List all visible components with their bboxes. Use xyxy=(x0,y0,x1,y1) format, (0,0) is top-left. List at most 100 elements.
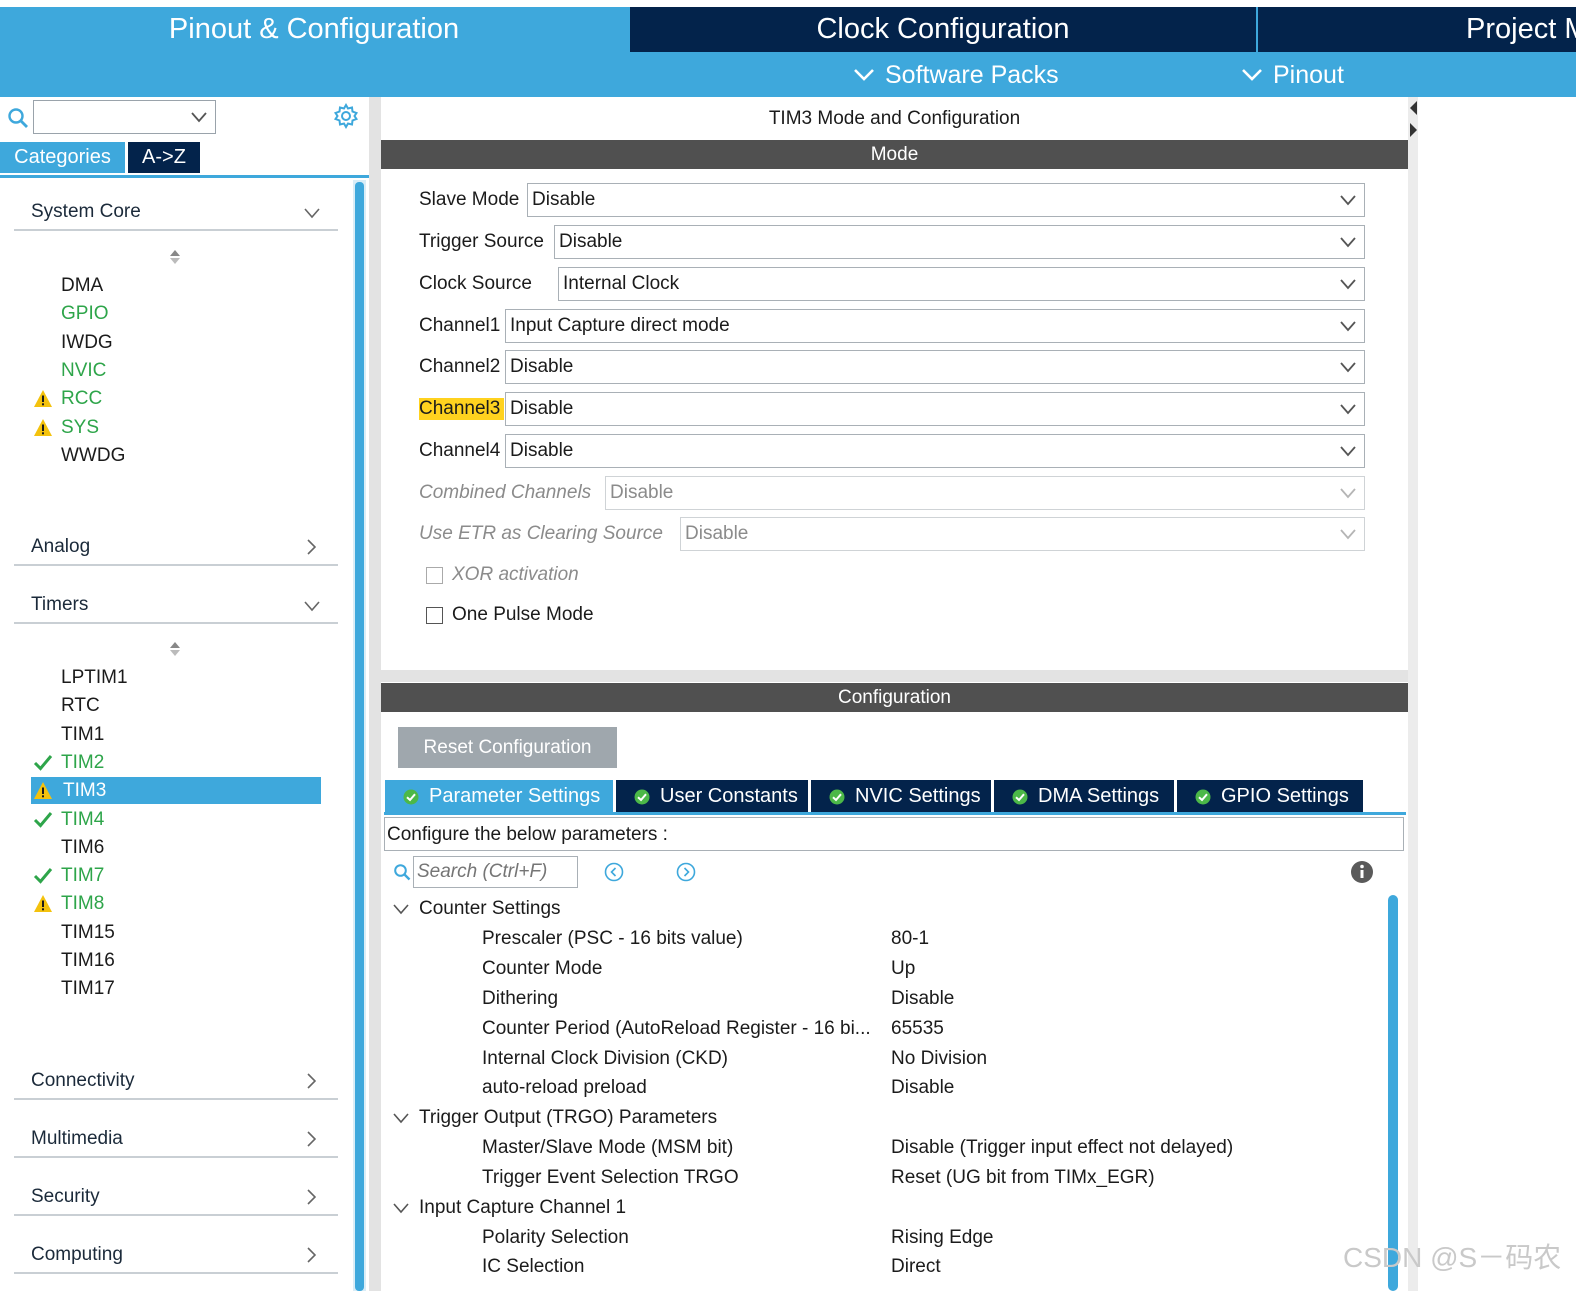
sidebar-splitter[interactable] xyxy=(369,97,381,1291)
category-timers[interactable]: Timers xyxy=(14,590,338,624)
parameter-value[interactable]: Rising Edge xyxy=(891,1223,993,1253)
sidebar-item-tim4[interactable]: TIM4 xyxy=(31,806,321,833)
group-trgo-parameters[interactable]: Trigger Output (TRGO) Parameters xyxy=(393,1103,717,1133)
parameter-name[interactable]: Counter Mode xyxy=(482,954,886,984)
parameter-value[interactable]: Up xyxy=(891,954,915,984)
parameter-name[interactable]: Master/Slave Mode (MSM bit) xyxy=(482,1133,886,1163)
group-label: Trigger Output (TRGO) Parameters xyxy=(419,1107,718,1128)
sidebar-item-tim16[interactable]: TIM16 xyxy=(31,947,321,974)
one-pulse-mode-checkbox[interactable]: One Pulse Mode xyxy=(426,603,594,627)
tab-a-z[interactable]: A->Z xyxy=(128,142,200,173)
combined-channels-select[interactable]: Disable xyxy=(605,476,1365,510)
use-etr-clearing-source-select[interactable]: Disable xyxy=(680,517,1365,551)
slave-mode-select[interactable]: Disable xyxy=(527,183,1365,217)
category-computing[interactable]: Computing xyxy=(14,1240,338,1274)
chevron-down-icon xyxy=(393,1202,409,1213)
sidebar-item-wwdg[interactable]: WWDG xyxy=(31,442,321,469)
tab-dma-settings[interactable]: DMA Settings xyxy=(994,780,1174,813)
clock-source-select[interactable]: Internal Clock xyxy=(558,267,1365,301)
tab-pinout-configuration[interactable]: Pinout & Configuration xyxy=(0,7,628,52)
sidebar-item-tim7[interactable]: TIM7 xyxy=(31,862,321,889)
parameter-value[interactable]: Reset (UG bit from TIMx_EGR) xyxy=(891,1163,1155,1193)
tab-gpio-settings[interactable]: GPIO Settings xyxy=(1177,780,1363,813)
parameter-name[interactable]: Counter Period (AutoReload Register - 16… xyxy=(482,1014,886,1044)
info-icon[interactable] xyxy=(1350,860,1374,884)
category-security[interactable]: Security xyxy=(14,1182,338,1216)
channel4-select[interactable]: Disable xyxy=(505,434,1365,468)
left-sidebar: Categories A->Z System Core DMA GPIO IWDG N… xyxy=(0,97,369,1291)
sort-icon[interactable] xyxy=(168,248,182,266)
xor-activation-checkbox[interactable]: XOR activation xyxy=(426,563,579,587)
parameter-scrollbar[interactable] xyxy=(1388,895,1398,1291)
category-analog[interactable]: Analog xyxy=(14,532,338,566)
sidebar-item-tim6[interactable]: TIM6 xyxy=(31,834,321,861)
search-combo[interactable] xyxy=(33,100,216,134)
tab-categories[interactable]: Categories xyxy=(0,142,125,173)
parameter-name[interactable]: Polarity Selection xyxy=(482,1223,886,1253)
combined-channels-row: Combined Channels Disable xyxy=(419,476,1365,510)
parameter-name[interactable]: Trigger Event Selection TRGO xyxy=(482,1163,886,1193)
parameter-value[interactable]: Disable (Trigger input effect not delaye… xyxy=(891,1133,1233,1163)
previous-match-icon[interactable] xyxy=(604,862,624,882)
panel-title: TIM3 Mode and Configuration xyxy=(768,108,1021,129)
gear-icon[interactable] xyxy=(333,103,359,129)
sidebar-item-tim2[interactable]: TIM2 xyxy=(31,749,321,776)
sidebar-item-tim8[interactable]: TIM8 xyxy=(31,890,321,917)
sort-icon[interactable] xyxy=(168,640,182,658)
channel1-select[interactable]: Input Capture direct mode xyxy=(505,309,1365,343)
collapse-arrow-icon[interactable] xyxy=(1408,100,1418,116)
next-match-icon[interactable] xyxy=(676,862,696,882)
parameter-search-input[interactable] xyxy=(413,856,578,888)
category-label: Connectivity xyxy=(31,1070,135,1091)
trigger-source-select[interactable]: Disable xyxy=(554,225,1365,259)
parameter-value[interactable]: No Division xyxy=(891,1044,987,1074)
group-counter-settings[interactable]: Counter Settings xyxy=(393,894,561,924)
sidebar-item-sys[interactable]: SYS xyxy=(31,414,321,441)
sidebar-item-iwdg[interactable]: IWDG xyxy=(31,329,321,356)
sidebar-item-tim15[interactable]: TIM15 xyxy=(31,919,321,946)
group-input-capture-channel-1[interactable]: Input Capture Channel 1 xyxy=(393,1193,626,1223)
tab-project-manager[interactable]: Project M xyxy=(1258,7,1576,52)
parameter-name[interactable]: Prescaler (PSC - 16 bits value) xyxy=(482,924,886,954)
configuration-section-header: Configuration xyxy=(381,683,1408,712)
category-label: Multimedia xyxy=(31,1128,123,1149)
parameter-name[interactable]: Internal Clock Division (CKD) xyxy=(482,1044,886,1074)
pinout-menu[interactable]: Pinout xyxy=(1241,56,1344,94)
sidebar-item-gpio[interactable]: GPIO xyxy=(31,300,321,327)
sidebar-item-rcc[interactable]: RCC xyxy=(31,385,321,412)
category-multimedia[interactable]: Multimedia xyxy=(14,1124,338,1158)
category-label: Security xyxy=(31,1186,100,1207)
parameter-name[interactable]: IC Selection xyxy=(482,1252,886,1282)
sidebar-scrollbar[interactable] xyxy=(355,182,364,1291)
tab-nvic-settings[interactable]: NVIC Settings xyxy=(811,780,991,813)
sidebar-item-lptim1[interactable]: LPTIM1 xyxy=(31,664,321,691)
tab-user-constants[interactable]: User Constants xyxy=(616,780,808,813)
parameter-value[interactable]: 80-1 xyxy=(891,924,929,954)
tab-clock-configuration[interactable]: Clock Configuration xyxy=(630,7,1256,52)
category-connectivity[interactable]: Connectivity xyxy=(14,1066,338,1100)
channel2-select[interactable]: Disable xyxy=(505,350,1365,384)
expand-arrow-icon[interactable] xyxy=(1408,122,1418,138)
sidebar-item-tim17[interactable]: TIM17 xyxy=(31,975,321,1002)
parameter-value[interactable]: Disable xyxy=(891,1073,954,1103)
channel3-select[interactable]: Disable xyxy=(505,392,1365,426)
category-system-core[interactable]: System Core xyxy=(14,197,338,231)
sidebar-item-tim3[interactable]: TIM3 xyxy=(31,777,321,805)
parameter-value[interactable]: Direct xyxy=(891,1252,941,1282)
sidebar-item-label: TIM7 xyxy=(61,865,105,887)
software-packs-menu[interactable]: Software Packs xyxy=(853,56,1059,94)
slave-mode-label: Slave Mode xyxy=(419,189,520,210)
sidebar-item-dma[interactable]: DMA xyxy=(31,272,321,299)
reset-configuration-button[interactable]: Reset Configuration xyxy=(398,727,617,768)
tab-parameter-settings[interactable]: Parameter Settings xyxy=(385,780,613,813)
sidebar-item-tim1[interactable]: TIM1 xyxy=(31,721,321,748)
parameter-name[interactable]: Dithering xyxy=(482,984,886,1014)
search-icon[interactable] xyxy=(7,107,29,129)
sidebar-item-nvic[interactable]: NVIC xyxy=(31,357,321,384)
chevron-down-icon xyxy=(1340,529,1356,540)
parameter-value[interactable]: 65535 xyxy=(891,1014,944,1044)
tab-label: NVIC Settings xyxy=(855,785,981,807)
parameter-value[interactable]: Disable xyxy=(891,984,954,1014)
sidebar-item-rtc[interactable]: RTC xyxy=(31,692,321,719)
parameter-name[interactable]: auto-reload preload xyxy=(482,1073,886,1103)
